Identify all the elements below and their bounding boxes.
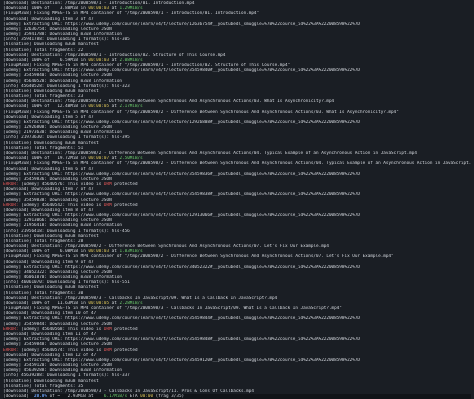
terminal-text-segment: 20.0%	[34, 394, 47, 399]
progress-line: [download] 20.0% of ~ 2.93MiB at 6.17MiB…	[3, 394, 471, 399]
terminal-text-segment: [download]	[3, 394, 35, 399]
terminal-text-segment: protected	[111, 347, 138, 353]
terminal-text-segment: 00:00	[140, 394, 154, 399]
terminal-text-segment: DRM	[103, 347, 112, 353]
terminal-text-segment: of ~ 2.93MiB at	[46, 394, 104, 399]
terminal-text-segment: ETA	[127, 394, 141, 399]
terminal-text-segment: protected	[111, 202, 138, 208]
terminal-text-segment: DRM	[103, 202, 112, 208]
terminal-text-segment: protected	[111, 182, 138, 188]
terminal-text-segment: protected	[111, 326, 138, 332]
terminal-text-segment: DRM	[103, 182, 112, 188]
terminal-text-segment: (frag 3/35)	[153, 394, 185, 399]
terminal-text-segment: 6.17MiB/s	[103, 394, 128, 399]
terminal-text-segment: DRM	[103, 326, 112, 332]
terminal-window[interactable]: [download] Destination: /tmp/2008598/1 -…	[0, 0, 474, 399]
